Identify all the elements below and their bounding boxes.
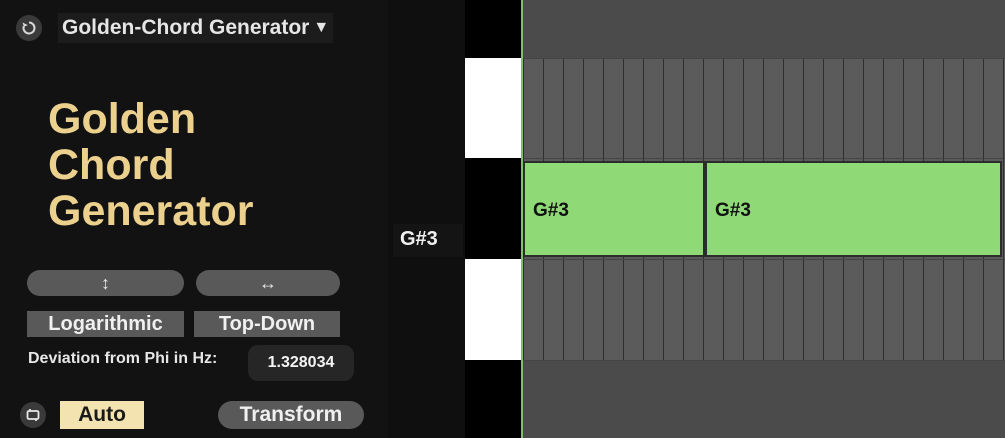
lane-black-key — [523, 0, 1005, 58]
auto-label: Auto — [78, 403, 126, 426]
vertical-arrow-icon: ↕ — [101, 272, 110, 293]
note-label: G#3 — [533, 200, 569, 221]
piano-key-g-sharp-3[interactable] — [465, 158, 523, 259]
key-label: G#3 — [400, 228, 438, 250]
clip-start-marker — [521, 0, 523, 438]
row-divider — [523, 360, 1005, 361]
note-label: G#3 — [715, 200, 751, 221]
title-line-1: Golden — [48, 95, 197, 143]
horizontal-arrow-icon: ↔ — [259, 272, 277, 293]
row-divider — [523, 58, 1005, 59]
piano-key-white[interactable] — [465, 259, 523, 360]
direction-mode-label: Top-Down — [218, 312, 316, 335]
deviation-number-box[interactable]: 1.328034 — [248, 345, 354, 381]
midi-note[interactable]: G#3 — [705, 161, 1002, 257]
row-divider — [523, 259, 1005, 260]
device-panel: Golden-Chord Generator ▼ Golden Chord Ge… — [0, 0, 388, 438]
deviation-value: 1.328034 — [267, 354, 335, 371]
vertical-spread-slider[interactable]: ↕ — [27, 270, 184, 296]
piano-key-white[interactable] — [465, 58, 523, 158]
caret-down-icon: ▼ — [313, 19, 330, 36]
title-line-2: Chord — [48, 141, 175, 189]
direction-mode-toggle[interactable]: Top-Down — [194, 311, 340, 337]
transform-label: Transform — [239, 403, 343, 426]
row-divider — [523, 158, 1005, 159]
deviation-label: Deviation from Phi in Hz: — [28, 350, 218, 367]
preset-name: Golden-Chord Generator — [62, 16, 310, 39]
device-header: Golden-Chord Generator ▼ — [16, 12, 376, 44]
scale-mode-label: Logarithmic — [48, 312, 163, 335]
piano-key-black[interactable] — [465, 360, 523, 438]
preset-dropdown[interactable]: Golden-Chord Generator ▼ — [58, 13, 334, 43]
transform-button[interactable]: Transform — [218, 401, 364, 429]
scale-mode-toggle[interactable]: Logarithmic — [27, 311, 184, 337]
auto-button[interactable]: Auto — [60, 401, 144, 429]
piano-key-black[interactable] — [465, 0, 523, 58]
title-line-3: Generator — [48, 187, 254, 235]
refresh-button[interactable] — [16, 15, 42, 41]
refresh-icon — [22, 21, 36, 35]
note-grid[interactable]: G#3 G#3 — [523, 0, 1005, 438]
loop-icon — [26, 409, 40, 421]
piano-keyboard: G#3 — [388, 0, 523, 438]
midi-note[interactable]: G#3 — [523, 161, 705, 257]
device-title: Golden Chord Generator — [48, 96, 368, 234]
loop-toggle-button[interactable] — [20, 402, 46, 428]
lane-black-key — [523, 360, 1005, 438]
horizontal-spread-slider[interactable]: ↔ — [196, 270, 340, 296]
